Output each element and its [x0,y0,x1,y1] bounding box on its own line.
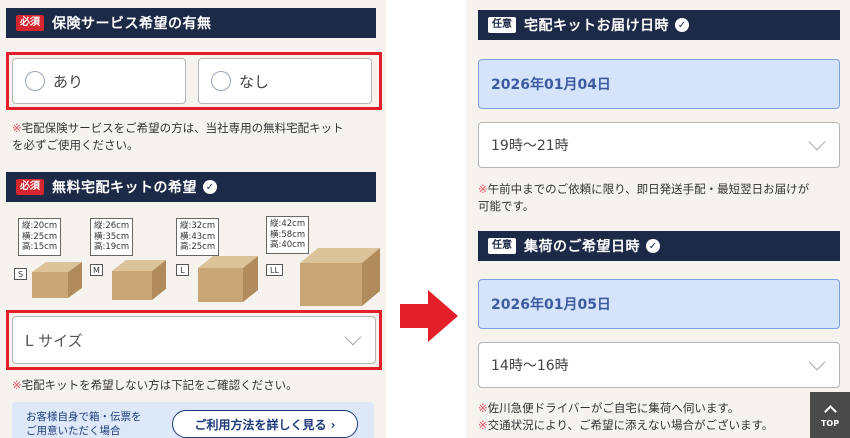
insurance-section-header: 必須 保険サービス希望の有無 [6,8,376,38]
pickup-time-value: 14時～16時 [491,358,569,374]
box-dim-length: 縦:42cm [270,219,306,229]
chevron-up-icon [823,404,837,418]
kit-note: ※宅配キットを希望しない方は下記をご確認ください。 [12,377,298,394]
box-size-letter: M [90,264,103,276]
kit-box-ll[interactable]: 縦:42cm 横:58cm 高:40cm LL [264,216,382,306]
delivery-section-title: 宅配キットお届け日時 [524,18,669,34]
kit-size-select[interactable]: L サイズ [12,316,376,364]
box-dim-width: 横:58cm [270,229,306,240]
check-icon: ✓ [203,180,217,194]
self-prepare-text-line2: ご用意いただく場合 [26,425,121,437]
note-mark: ※ [12,121,22,135]
kit-box-l[interactable]: 縦:32cm 横:43cm 高:25cm L [174,218,264,302]
box-dim-width: 横:43cm [180,231,216,242]
delivery-date-field[interactable]: 2026年01月04日 [478,59,840,109]
cardboard-box-icon [112,260,166,300]
delivery-section-header: 任意 宅配キットお届け日時 ✓ [478,10,840,40]
required-badge: 必須 [16,179,44,195]
self-prepare-info-box: お客様自身で箱・伝票を ご用意いただく場合 ご利用方法を詳しく見る › [12,402,374,438]
optional-badge: 任意 [488,238,516,254]
insurance-option-no[interactable]: なし [198,58,372,104]
delivery-note-line2: 可能です。 [478,199,535,213]
check-icon: ✓ [646,239,660,253]
box-dim-height: 高:19cm [94,242,130,252]
box-dim-height: 高:25cm [180,242,216,252]
kit-section-title: 無料宅配キットの希望 [52,180,197,196]
box-dim-width: 横:25cm [22,231,58,242]
note-mark: ※ [478,401,488,415]
chevron-down-icon [808,133,826,151]
kit-select-highlight: L サイズ [6,310,382,370]
self-prepare-text-line1: お客様自身で箱・伝票を [26,411,142,423]
pickup-note-line2: 交通状況により、ご希望に添えない場合がございます。 [487,418,774,432]
kit-size-selected-value: L サイズ [25,331,83,350]
box-size-letter: L [176,264,189,276]
kit-note-text: 宅配キットを希望しない方は下記をご確認ください。 [21,378,298,392]
radio-circle-icon [25,71,45,91]
box-dim-width: 横:35cm [94,231,130,242]
pickup-date-field[interactable]: 2026年01月05日 [478,279,840,329]
right-form-panel: 任意 宅配キットお届け日時 ✓ 2026年01月04日 19時～21時 ※午前中… [466,0,850,438]
scroll-to-top-button[interactable]: TOP [810,392,850,438]
radio-circle-icon [211,71,231,91]
box-dim-length: 縦:20cm [22,221,58,231]
optional-badge: 任意 [488,17,516,33]
kit-section-header: 必須 無料宅配キットの希望 ✓ [6,172,376,202]
pickup-time-select[interactable]: 14時～16時 [478,342,840,388]
delivery-time-value: 19時～21時 [491,138,569,154]
pickup-section-title: 集荷のご希望日時 [524,239,640,255]
pickup-note-line1: 佐川急便ドライバーがご自宅に集荷へ伺います。 [487,401,740,415]
box-dimension-label: 縦:26cm 横:35cm 高:19cm [90,218,134,256]
box-dimension-label: 縦:32cm 横:43cm 高:25cm [176,218,220,256]
cardboard-box-icon [198,256,258,302]
insurance-option-yes-label: あり [53,72,84,91]
box-dimension-label: 縦:20cm 横:25cm 高:15cm [18,218,62,256]
delivery-note-line1: 午前中までのご依頼に限り、即日発送手配・最短翌日お届けが [487,182,810,196]
cardboard-box-icon [300,248,380,306]
note-mark: ※ [478,182,488,196]
kit-box-s[interactable]: 縦:20cm 横:25cm 高:15cm S [12,218,88,302]
box-dim-height: 高:15cm [22,242,58,252]
box-dim-length: 縦:32cm [180,221,216,231]
insurance-options-highlight: あり なし [6,52,382,110]
delivery-note: ※午前中までのご依頼に限り、即日発送手配・最短翌日お届けが 可能です。 [478,181,809,215]
note-mark: ※ [478,418,488,432]
insurance-option-yes[interactable]: あり [12,58,186,104]
delivery-time-select[interactable]: 19時～21時 [478,122,840,168]
insurance-note-line2: を必ずご使用ください。 [12,138,139,152]
note-mark: ※ [12,378,22,392]
self-prepare-text: お客様自身で箱・伝票を ご用意いただく場合 [26,410,142,438]
pickup-note: ※佐川急便ドライバーがご自宅に集荷へ伺います。 ※交通状況により、ご希望に添えな… [478,400,773,434]
pickup-section-header: 任意 集荷のご希望日時 ✓ [478,231,840,261]
left-form-panel: 必須 保険サービス希望の有無 あり なし ※宅配保険サービスをご希望の方は、当社… [0,0,386,438]
insurance-section-title: 保険サービス希望の有無 [52,16,212,32]
check-icon: ✓ [675,18,689,32]
box-size-letter: S [14,268,27,280]
kit-box-m[interactable]: 縦:26cm 横:35cm 高:19cm M [88,218,170,302]
chevron-down-icon [808,353,826,371]
chevron-down-icon [344,328,362,346]
scroll-to-top-label: TOP [820,418,840,428]
required-badge: 必須 [16,15,44,31]
cardboard-box-icon [32,262,82,298]
box-dim-length: 縦:26cm [94,221,130,231]
insurance-note: ※宅配保険サービスをご希望の方は、当社専用の無料宅配キット を必ずご使用ください… [12,120,344,154]
insurance-option-no-label: なし [239,72,270,91]
insurance-note-line1: 宅配保険サービスをご希望の方は、当社専用の無料宅配キット [21,121,344,135]
box-size-letter: LL [266,264,283,276]
usage-details-button[interactable]: ご利用方法を詳しく見る › [172,410,358,438]
arrow-right-icon [400,290,458,342]
